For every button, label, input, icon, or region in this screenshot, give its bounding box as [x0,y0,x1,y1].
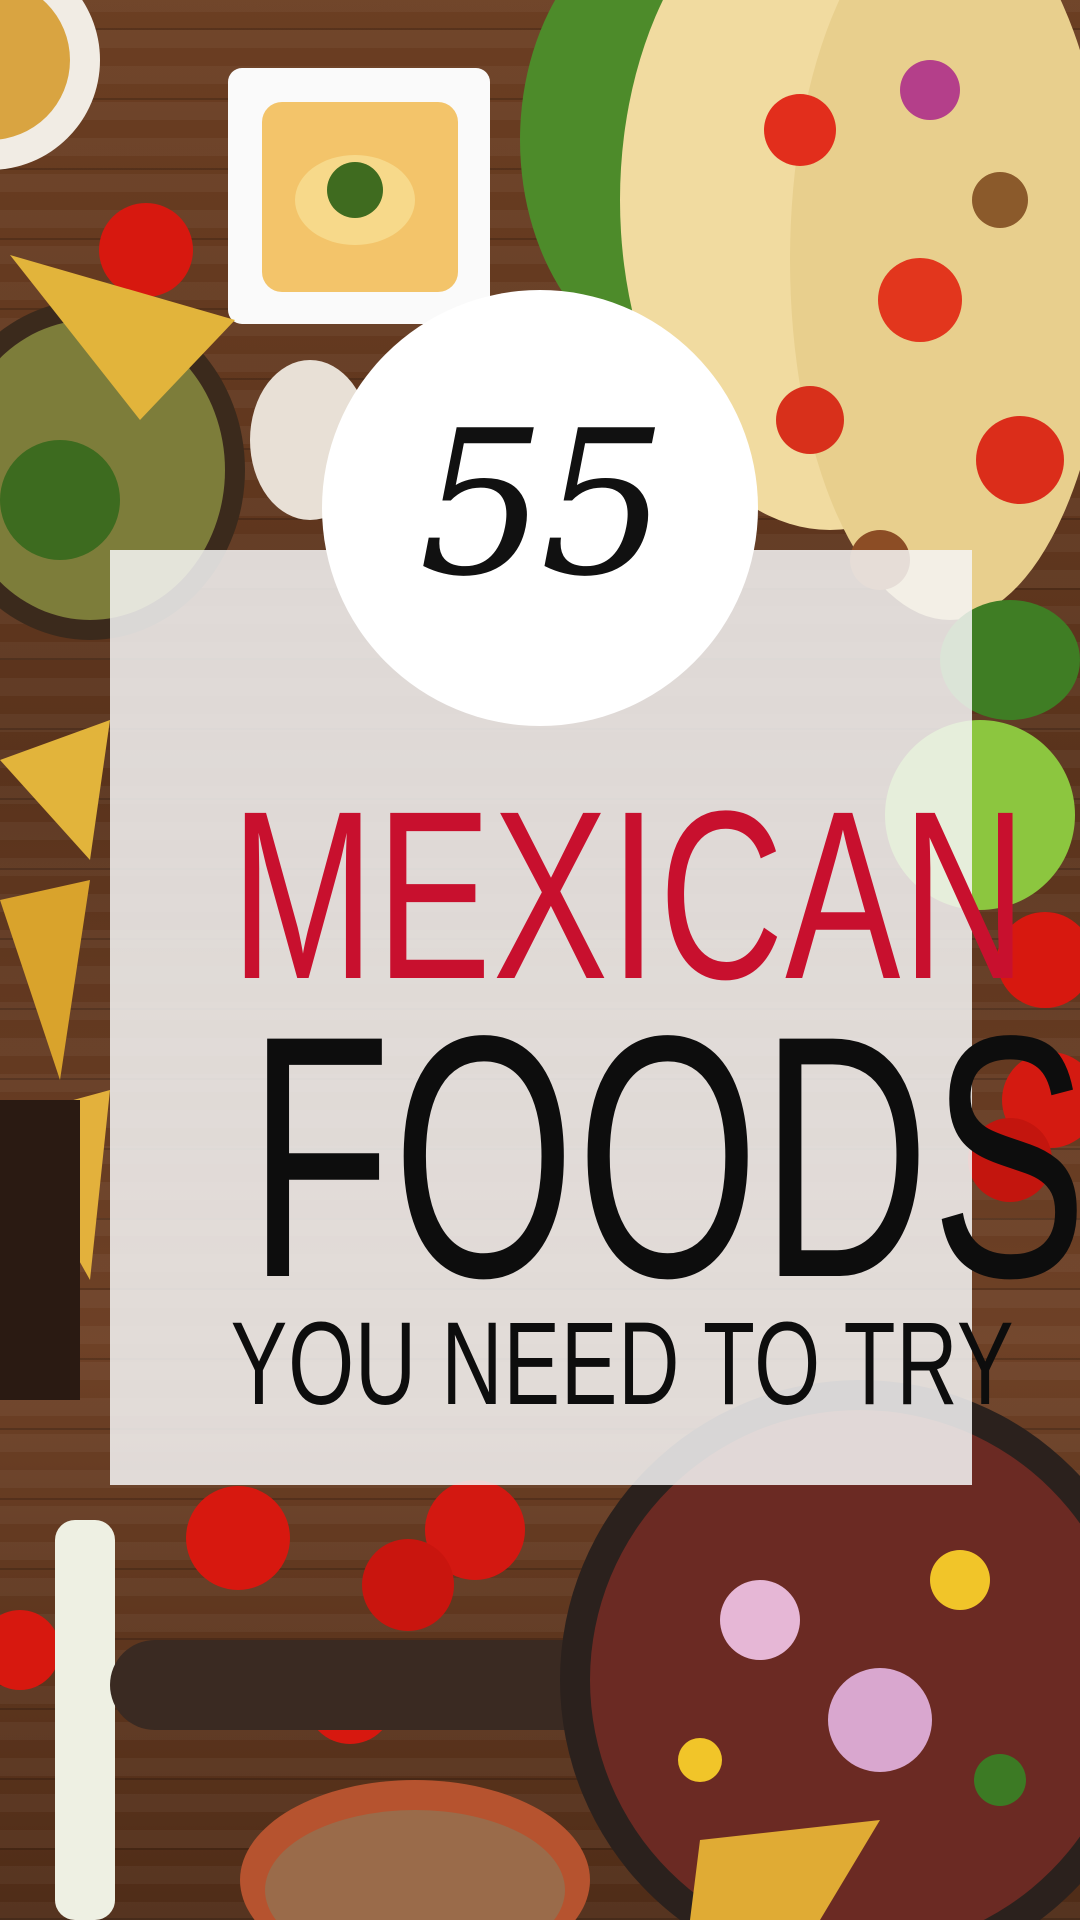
badge-number: 55 [418,388,667,621]
number-badge: 55 [322,290,758,726]
nachos-image [0,720,110,1400]
soup-bowl-image [0,0,100,170]
scallion-image [55,1520,115,1920]
headline-subtitle: YOU NEED TO TRY [230,1298,1015,1430]
cheese-sauce-dish-image [228,68,490,324]
peppercorn-bowl-image [240,1780,590,1920]
tomato-image [99,203,193,297]
headline-mexican: MEXICAN [230,761,1029,1029]
headline-foods: FOODS [247,965,1080,1350]
